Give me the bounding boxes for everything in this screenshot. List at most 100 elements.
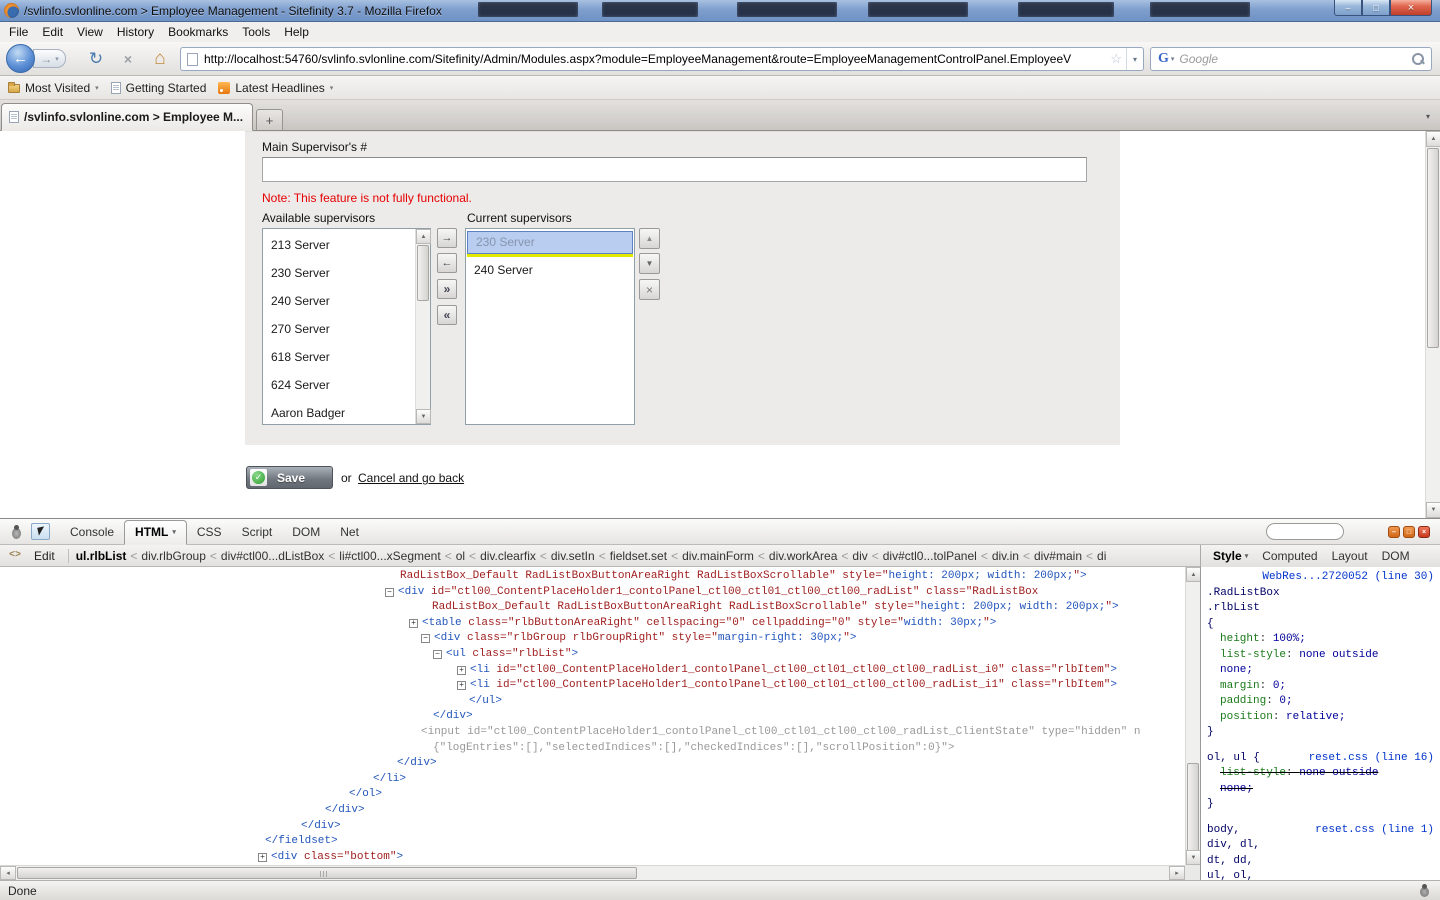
code-line[interactable]: </li> <box>0 772 1185 788</box>
css-property[interactable]: height: 100%; <box>1207 632 1392 648</box>
side-tab-dom[interactable]: DOM <box>1377 547 1415 565</box>
scroll-down-button[interactable]: ▼ <box>416 409 431 424</box>
new-tab-button[interactable]: + <box>256 109 283 130</box>
html-vertical-scrollbar[interactable]: ▲ ▼ <box>1185 567 1201 865</box>
menu-item-bookmarks[interactable]: Bookmarks <box>161 23 235 41</box>
list-item[interactable]: 624 Server <box>263 371 415 399</box>
breadcrumb-item[interactable]: div.rlbGroup <box>139 549 207 563</box>
expand-toggle-icon[interactable]: − <box>385 587 394 597</box>
maximize-button[interactable]: □ <box>1362 0 1390 16</box>
list-item[interactable]: 230 Server <box>263 259 415 287</box>
forward-button[interactable]: → ▾ <box>33 49 66 68</box>
css-property[interactable]: position: relative; <box>1207 710 1392 726</box>
expand-toggle-icon[interactable]: + <box>457 681 466 691</box>
css-property[interactable]: padding: 0; <box>1207 694 1392 710</box>
expand-toggle-icon[interactable]: + <box>258 852 267 862</box>
firebug-tab-net[interactable]: Net <box>330 521 369 544</box>
breadcrumb-item[interactable]: div.clearfix <box>478 549 538 563</box>
code-line[interactable]: </div> <box>0 709 1185 725</box>
firebug-tab-console[interactable]: Console <box>60 521 124 544</box>
css-selector[interactable]: ul, ol, <box>1207 869 1434 880</box>
css-selector[interactable]: dt, dd, <box>1207 854 1434 870</box>
close-button[interactable]: × <box>1390 0 1432 16</box>
firebug-tab-html[interactable]: HTML ▾ <box>124 520 187 545</box>
expand-toggle-icon[interactable]: − <box>421 634 430 644</box>
code-line[interactable]: + <li id="ctl00_ContentPlaceHolder1_conto… <box>0 678 1185 694</box>
search-bar[interactable]: G ▾ <box>1150 47 1432 71</box>
move-all-right-button[interactable]: » <box>437 279 457 299</box>
breadcrumb-item[interactable]: div.in <box>990 549 1021 563</box>
edit-button[interactable]: Edit <box>26 548 63 564</box>
firebug-minimize-button[interactable]: – <box>1388 526 1400 538</box>
expand-toggle-icon[interactable]: − <box>433 649 442 659</box>
scroll-down-button[interactable]: ▼ <box>1186 850 1201 865</box>
scroll-right-button[interactable]: ▸ <box>1169 866 1185 880</box>
url-input[interactable] <box>204 52 1107 66</box>
code-line[interactable]: + <li id="ctl00_ContentPlaceHolder1_conto… <box>0 663 1185 679</box>
firebug-tab-script[interactable]: Script <box>232 521 283 544</box>
list-item[interactable]: 270 Server <box>263 315 415 343</box>
menu-item-file[interactable]: File <box>2 23 35 41</box>
cancel-link[interactable]: Cancel and go back <box>358 471 464 485</box>
scroll-up-button[interactable]: ▲ <box>1426 131 1440 147</box>
code-line[interactable]: − <ul class="rlbList"> <box>0 647 1185 663</box>
scroll-up-button[interactable]: ▲ <box>1186 567 1201 582</box>
code-line[interactable]: </ol> <box>0 787 1185 803</box>
breadcrumb-item[interactable]: div.mainForm <box>680 549 756 563</box>
breadcrumb-item[interactable]: div.setIn <box>549 549 597 563</box>
breadcrumb-item[interactable]: fieldset.set <box>608 549 669 563</box>
breadcrumb-item[interactable]: div#ctl00...dListBox <box>219 549 326 563</box>
firebug-search-input[interactable] <box>1266 523 1344 540</box>
engine-dropdown-icon[interactable]: ▾ <box>1171 55 1175 63</box>
list-item[interactable]: 240 Server <box>263 287 415 315</box>
breadcrumb-item[interactable]: di <box>1095 549 1108 563</box>
menu-item-help[interactable]: Help <box>277 23 316 41</box>
url-dropdown-button[interactable]: ▾ <box>1126 48 1143 70</box>
firebug-status-icon[interactable] <box>1416 883 1432 898</box>
list-item[interactable]: 213 Server <box>263 231 415 259</box>
css-source-link[interactable]: WebRes...2720052 (line 30) <box>1262 571 1434 583</box>
code-line[interactable]: − <div id="ctl00_ContentPlaceHolder1_cont… <box>0 585 1185 601</box>
menu-item-tools[interactable]: Tools <box>235 23 277 41</box>
side-tab-layout[interactable]: Layout <box>1327 547 1373 565</box>
code-line[interactable]: </div> <box>0 756 1185 772</box>
list-item[interactable]: Aaron Badger <box>263 399 415 424</box>
css-selector[interactable]: div, dl, <box>1207 838 1434 854</box>
bookmark-getting-started[interactable]: Getting Started <box>110 81 206 95</box>
bookmark-latest-headlines[interactable]: Latest Headlines ▾ <box>218 81 333 95</box>
side-tab-computed[interactable]: Computed <box>1257 547 1322 565</box>
inspect-element-icon[interactable] <box>31 523 50 540</box>
refresh-button[interactable]: ↻ <box>84 47 108 71</box>
css-selector[interactable]: ol, ul { <box>1207 751 1260 767</box>
available-scrollbar[interactable]: ▲ ▼ <box>415 229 431 424</box>
list-item[interactable]: 240 Server <box>466 257 634 283</box>
page-scrollbar[interactable]: ▲ ▼ <box>1425 131 1440 518</box>
scroll-down-button[interactable]: ▼ <box>1426 502 1440 518</box>
breadcrumb-item[interactable]: li#ctl00...xSegment <box>337 549 442 563</box>
css-property[interactable]: margin: 0; <box>1207 679 1392 695</box>
list-all-tabs-button[interactable]: ▾ <box>1419 107 1437 126</box>
firebug-tab-css[interactable]: CSS <box>187 521 232 544</box>
minimize-button[interactable]: – <box>1334 0 1362 16</box>
move-left-button[interactable]: ← <box>437 253 457 273</box>
code-line[interactable]: <input id="ctl00_ContentPlaceHolder1_con… <box>0 725 1185 741</box>
code-line[interactable]: RadListBox_Default RadListBoxButtonAreaR… <box>0 569 1185 585</box>
scroll-thumb[interactable] <box>1187 763 1199 857</box>
code-line[interactable]: </ul> <box>0 694 1185 710</box>
css-property[interactable]: list-style: none outside none; <box>1207 648 1392 679</box>
breadcrumb-item[interactable]: ol <box>454 549 467 563</box>
code-line[interactable]: + <div class="bottom"> <box>0 850 1185 865</box>
css-selector[interactable]: .RadListBox <box>1207 586 1434 602</box>
css-selector[interactable]: .rlbList <box>1207 601 1434 617</box>
move-up-button[interactable]: ▲ <box>639 228 660 249</box>
code-line[interactable]: </div> <box>0 819 1185 835</box>
main-supervisor-input[interactable] <box>262 157 1087 182</box>
menu-item-history[interactable]: History <box>110 23 161 41</box>
css-source-link[interactable]: reset.css (line 1) <box>1315 823 1434 839</box>
search-magnifier-icon[interactable] <box>1409 50 1427 68</box>
css-property[interactable]: list-style: none outside none; <box>1207 766 1392 797</box>
move-right-button[interactable]: → <box>437 228 457 248</box>
firebug-detach-button[interactable]: □ <box>1403 526 1415 538</box>
html-horizontal-scrollbar[interactable]: ◂ ▸ <box>0 865 1185 880</box>
save-button[interactable]: ✓ Save <box>246 466 333 489</box>
